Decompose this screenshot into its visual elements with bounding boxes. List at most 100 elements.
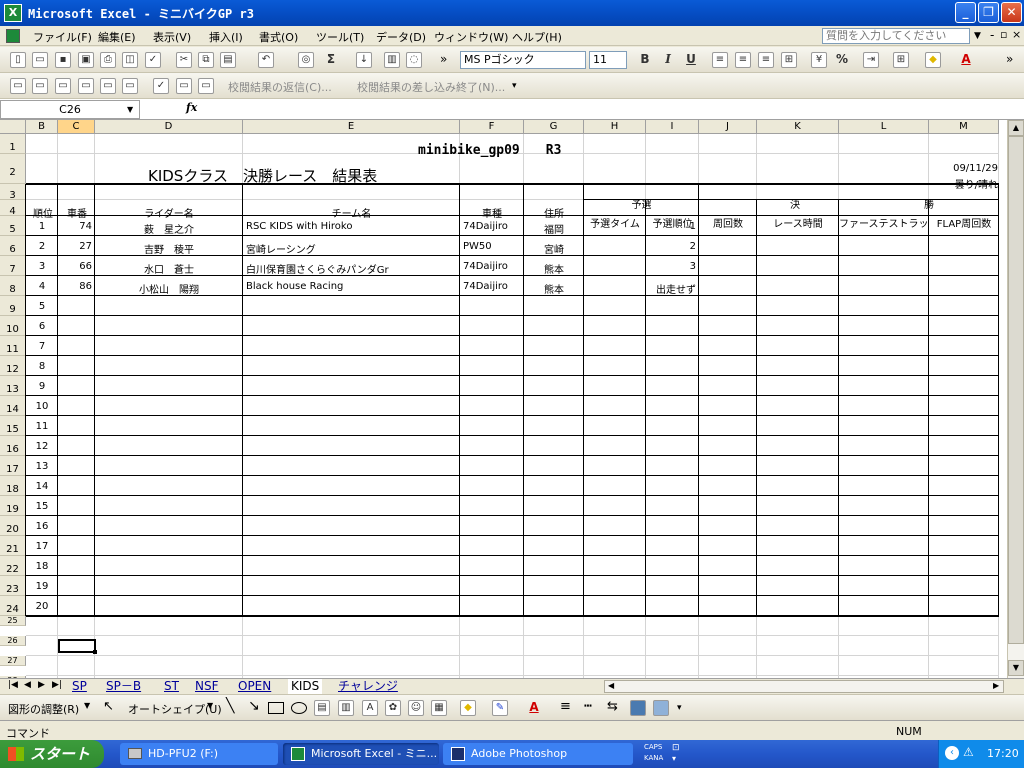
hyperlink-icon[interactable]: ◎ [298,52,314,68]
menu-help[interactable]: ヘルプ(H) [512,29,562,45]
sheet-tab-st[interactable]: ST [164,679,179,694]
scroll-down-icon[interactable]: ▼ [1008,660,1024,676]
rectangle-icon[interactable] [268,702,284,714]
vertical-textbox-icon[interactable]: ▥ [338,700,354,716]
menu-view[interactable]: 表示(V) [153,29,191,45]
minimize-button[interactable]: _ [955,2,976,23]
network-icon[interactable]: ⚠ [963,745,974,759]
print-icon[interactable]: ⎙ [100,52,116,68]
new-icon[interactable]: ▯ [10,52,26,68]
task-photoshop[interactable]: Adobe Photoshop [443,743,633,765]
row-header-20[interactable]: 20 [0,516,26,536]
chevron-down-icon[interactable]: ▾ [672,754,676,763]
arrow-style-icon[interactable]: ⇆ [607,699,618,714]
spelling-icon[interactable]: ✓ [145,52,161,68]
column-header-h[interactable]: H [584,120,646,134]
save-icon[interactable]: ▪ [55,52,71,68]
row-header-21[interactable]: 21 [0,536,26,556]
column-header-c[interactable]: C [58,120,95,134]
end-review-button[interactable]: 校閲結果の差し込み終了(N)... [357,79,505,95]
merge-center-icon[interactable]: ⊞ [781,52,797,68]
column-header-j[interactable]: J [699,120,757,134]
workbook-icon[interactable] [6,29,20,43]
ime-kana[interactable]: KANA [644,754,663,762]
review-icon-4[interactable]: ▭ [78,78,94,94]
review-icon-1[interactable]: ▭ [10,78,26,94]
clipart-icon[interactable]: ☺ [408,700,424,716]
toolbar-options-icon-4[interactable]: ▾ [677,703,682,713]
clock[interactable]: 17:20 [987,747,1019,760]
align-left-icon[interactable]: ≡ [712,52,728,68]
row-header-27[interactable]: 27 [0,656,26,666]
row-header-17[interactable]: 17 [0,456,26,476]
next-sheet-icon[interactable]: ▶ [38,680,45,690]
diagram-icon[interactable]: ✿ [385,700,401,716]
align-center-icon[interactable]: ≡ [735,52,751,68]
font-color-icon[interactable]: A [958,52,974,68]
chevron-down-icon[interactable]: ▼ [974,31,981,41]
row-header-18[interactable]: 18 [0,476,26,496]
row-header-6[interactable]: 6 [0,236,26,256]
row-header-9[interactable]: 9 [0,296,26,316]
sheet-tab-sp-b[interactable]: SP－B [106,679,141,694]
menu-data[interactable]: データ(D) [376,29,426,45]
start-button[interactable]: スタート [0,740,104,768]
reply-with-changes-button[interactable]: 校閲結果の返信(C)... [228,79,332,95]
sort-ascending-icon[interactable]: ↓ [356,52,372,68]
font-name-select[interactable]: MS Pゴシック [460,51,586,69]
restore-button[interactable]: ❐ [978,2,999,23]
sheet-tab-sp[interactable]: SP [72,679,87,694]
column-header-m[interactable]: M [929,120,999,134]
wordart-icon[interactable]: A [362,700,378,716]
row-header-24[interactable]: 24 [0,596,26,616]
row-header-19[interactable]: 19 [0,496,26,516]
row-header-26[interactable]: 26 [0,636,26,646]
percent-button[interactable]: % [834,52,850,68]
review-icon-2[interactable]: ▭ [32,78,48,94]
active-cell-cursor[interactable] [58,639,96,653]
scroll-left-icon[interactable]: ◀ [608,681,614,690]
copy-icon[interactable]: ⧉ [198,52,214,68]
scroll-right-icon[interactable]: ▶ [993,681,999,690]
paste-icon[interactable]: ▤ [220,52,236,68]
insert-function-icon[interactable]: fx [186,101,197,114]
sheet-tab-kids[interactable]: KIDS [288,679,323,694]
column-header-i[interactable]: I [646,120,699,134]
font-size-select[interactable]: 11 [589,51,627,69]
underline-button[interactable]: U [683,52,699,68]
ime-caps[interactable]: CAPS [644,743,662,751]
last-sheet-icon[interactable]: ▶| [52,680,62,690]
row-header-22[interactable]: 22 [0,556,26,576]
line-style-icon[interactable]: ≡ [560,699,571,714]
textbox-icon[interactable]: ▤ [314,700,330,716]
task-hd-pfu2[interactable]: HD-PFU2 (F:) [120,743,278,765]
row-header-8[interactable]: 8 [0,276,26,296]
row-header-12[interactable]: 12 [0,356,26,376]
open-icon[interactable]: ▭ [32,52,48,68]
borders-icon[interactable]: ⊞ [893,52,909,68]
row-header-5[interactable]: 5 [0,216,26,236]
shadow-icon[interactable] [630,700,646,716]
select-all-button[interactable] [0,120,26,134]
chart-wizard-icon[interactable]: ▥ [384,52,400,68]
row-header-3[interactable]: 3 [0,184,26,201]
menu-window[interactable]: ウィンドウ(W) [434,29,508,45]
formula-input[interactable] [210,100,1022,119]
currency-icon[interactable]: ¥ [811,52,827,68]
workbook-close-icon[interactable]: × [1012,28,1021,41]
column-header-k[interactable]: K [757,120,839,134]
review-icon-7[interactable]: ▭ [176,78,192,94]
check-icon[interactable]: ✓ [153,78,169,94]
row-header-16[interactable]: 16 [0,436,26,456]
excel-icon[interactable]: X [4,4,22,22]
italic-button[interactable]: I [660,52,676,68]
fill-handle[interactable] [93,650,97,654]
review-icon-3[interactable]: ▭ [55,78,71,94]
sheet-tab-nsf[interactable]: NSF [195,679,219,694]
print-preview-icon[interactable]: ◫ [122,52,138,68]
3d-style-icon[interactable] [653,700,669,716]
row-header-10[interactable]: 10 [0,316,26,336]
row-header-4[interactable]: 4 [0,200,26,217]
name-box[interactable]: C26 ▼ [0,100,140,119]
scroll-up-icon[interactable]: ▲ [1008,120,1024,136]
